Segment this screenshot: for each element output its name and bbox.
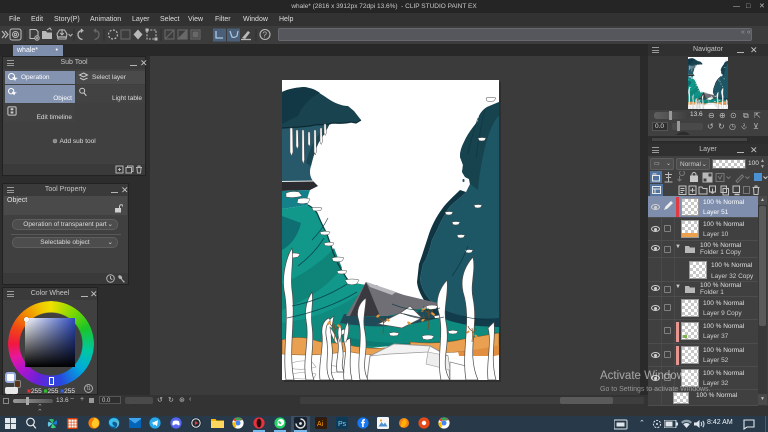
svg-text:Ai: Ai [317, 421, 324, 428]
svg-text:?: ? [263, 31, 268, 40]
svg-text:Ps: Ps [338, 421, 347, 428]
